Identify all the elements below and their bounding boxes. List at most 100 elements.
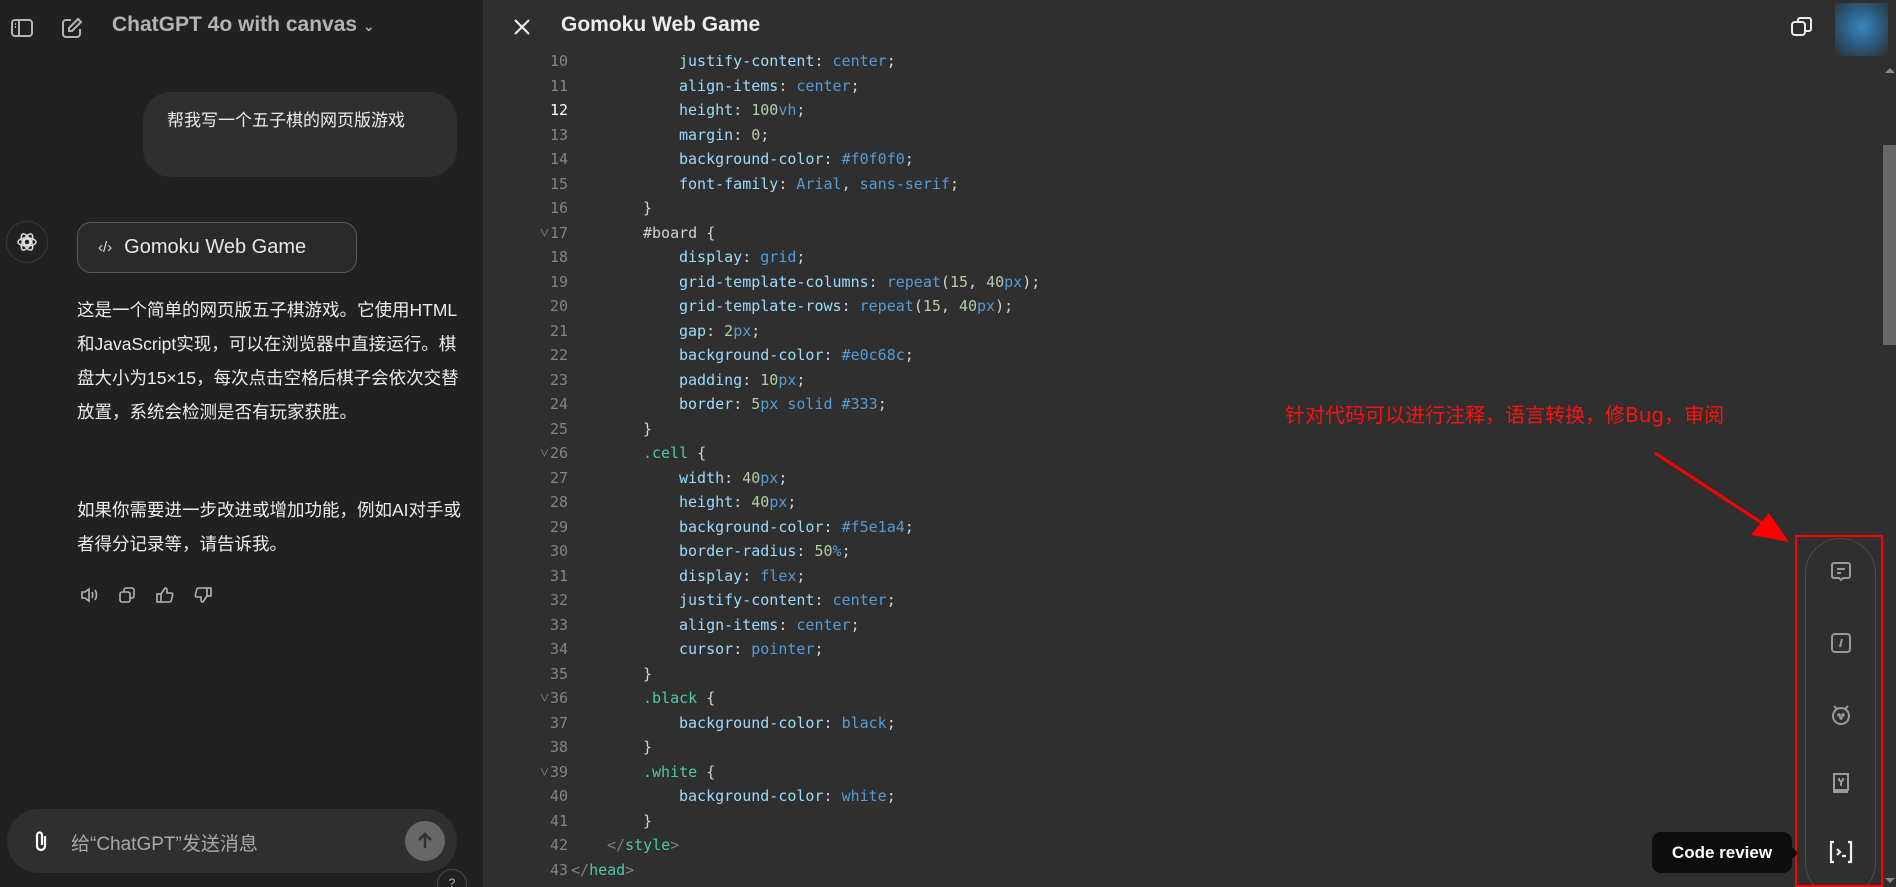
- attach-icon[interactable]: [29, 829, 53, 853]
- comment-icon[interactable]: [1828, 559, 1854, 585]
- code-line[interactable]: 36 ˅ .black {: [483, 686, 1783, 711]
- code-line[interactable]: 29 background-color: #f5e1a4;: [483, 515, 1783, 540]
- fold-chevron-icon[interactable]: ˅: [540, 441, 549, 466]
- code-line[interactable]: 31 display: flex;: [483, 564, 1783, 589]
- arrow-up-icon: [418, 832, 432, 848]
- code-line[interactable]: 13 margin: 0;: [483, 123, 1783, 148]
- code-token: flex: [760, 566, 797, 585]
- code-line[interactable]: 20 grid-template-rows: repeat(15, 40px);: [483, 294, 1783, 319]
- code-token: 50: [814, 542, 833, 560]
- code-token: :: [733, 101, 752, 119]
- code-token: ;: [760, 125, 770, 144]
- code-line[interactable]: 21 gap: 2px;: [483, 319, 1783, 344]
- close-icon[interactable]: [509, 14, 535, 40]
- code-line[interactable]: 27 width: 40px;: [483, 466, 1783, 491]
- code-token: ;: [850, 615, 860, 634]
- code-line[interactable]: 41}: [483, 809, 1783, 834]
- code-line[interactable]: 11 align-items: center;: [483, 74, 1783, 99]
- code-token: ;: [841, 542, 851, 560]
- code-line[interactable]: 23 padding: 10px;: [483, 368, 1783, 393]
- line-number: 12: [549, 101, 568, 119]
- thumbs-down-icon[interactable]: [192, 584, 214, 606]
- code-line[interactable]: 33 align-items: center;: [483, 613, 1783, 638]
- code-line[interactable]: 38}: [483, 735, 1783, 760]
- code-line[interactable]: 22 background-color: #e0c68c;: [483, 343, 1783, 368]
- code-text: }: [643, 735, 652, 760]
- code-line[interactable]: 32 justify-content: center;: [483, 588, 1783, 613]
- scroll-up-icon[interactable]: [1885, 68, 1895, 73]
- line-number: 43: [549, 860, 568, 879]
- copy-icon[interactable]: [116, 584, 138, 606]
- line-number: 10: [549, 55, 568, 70]
- code-line[interactable]: 34 cursor: pointer;: [483, 637, 1783, 662]
- code-line[interactable]: 28 height: 40px;: [483, 490, 1783, 515]
- message-composer[interactable]: 给“ChatGPT”发送消息: [7, 809, 457, 873]
- code-line[interactable]: 35}: [483, 662, 1783, 687]
- code-line[interactable]: 12 height: 100vh;: [483, 98, 1783, 123]
- sidebar-toggle-icon[interactable]: [8, 14, 36, 42]
- code-text: background-color: black;: [679, 711, 896, 736]
- line-number: 30: [549, 542, 568, 560]
- code-token: 40: [958, 297, 978, 315]
- code-icon: ‹/›: [98, 239, 113, 256]
- code-token: px: [733, 321, 752, 340]
- code-line[interactable]: 42 </style>: [483, 833, 1783, 858]
- code-line[interactable]: 43 </head>: [483, 858, 1783, 883]
- user-avatar[interactable]: [1835, 3, 1888, 56]
- annotation-arrow-icon: [1654, 451, 1789, 542]
- scroll-down-icon[interactable]: [1885, 878, 1895, 883]
- code-line[interactable]: 39 ˅ .white {: [483, 760, 1783, 785]
- code-token: 40: [986, 272, 1005, 291]
- code-text: align-items: center;: [679, 613, 860, 638]
- line-number: 22: [549, 346, 568, 364]
- code-token: cursor: [679, 640, 734, 658]
- code-line[interactable]: 14 background-color: #f0f0f0;: [483, 147, 1783, 172]
- scrollbar-thumb[interactable]: [1883, 145, 1896, 345]
- fold-chevron-icon[interactable]: ˅: [540, 760, 549, 785]
- code-token: border: [679, 395, 734, 413]
- model-selector[interactable]: ChatGPT 4o with canvas ⌄: [112, 13, 375, 37]
- code-line[interactable]: 26 ˅ .cell {: [483, 441, 1783, 466]
- bug-icon[interactable]: [1828, 701, 1854, 727]
- logs-icon[interactable]: [1828, 770, 1854, 796]
- code-token: ;: [949, 174, 959, 193]
- code-token: center: [796, 76, 851, 95]
- code-token: head: [589, 860, 626, 879]
- code-line[interactable]: 37 background-color: black;: [483, 711, 1783, 736]
- fold-chevron-icon[interactable]: ˅: [540, 221, 549, 246]
- code-line[interactable]: 40 background-color: white;: [483, 784, 1783, 809]
- code-token: gap: [679, 321, 707, 340]
- fold-chevron-icon[interactable]: ˅: [540, 686, 549, 711]
- line-number: 17: [549, 223, 568, 242]
- code-token: :: [733, 395, 752, 413]
- line-number: 29: [549, 517, 568, 536]
- scrollbar[interactable]: [1883, 55, 1896, 887]
- code-text: background-color: #e0c68c;: [679, 343, 914, 368]
- code-token: width: [679, 468, 725, 487]
- code-line[interactable]: 16}: [483, 196, 1783, 221]
- code-token: );: [995, 297, 1014, 315]
- code-token: black: [841, 713, 887, 732]
- thumbs-up-icon[interactable]: [154, 584, 176, 606]
- code-line[interactable]: 19 grid-template-columns: repeat(15, 40px…: [483, 270, 1783, 295]
- line-number: 26: [549, 444, 568, 462]
- language-icon[interactable]: [1828, 630, 1854, 656]
- code-token: background-color: [679, 346, 824, 364]
- code-token: :: [742, 248, 761, 266]
- open-canvas-button[interactable]: ‹/› Gomoku Web Game: [77, 222, 357, 273]
- code-token: {: [688, 444, 707, 462]
- send-button[interactable]: [405, 821, 445, 861]
- help-button[interactable]: ?: [437, 869, 467, 887]
- message-input[interactable]: 给“ChatGPT”发送消息: [71, 829, 258, 856]
- code-review-icon[interactable]: [1828, 839, 1854, 865]
- read-aloud-icon[interactable]: [78, 584, 100, 606]
- code-line[interactable]: 17 ˅ #board {: [483, 221, 1783, 246]
- new-chat-icon[interactable]: [58, 14, 86, 42]
- copy-code-icon[interactable]: [1788, 13, 1816, 41]
- code-line[interactable]: 18 display: grid;: [483, 245, 1783, 270]
- code-token: #e0c68c: [841, 346, 905, 364]
- code-line[interactable]: 30 border-radius: 50%;: [483, 539, 1783, 564]
- code-line[interactable]: 15 font-family: Arial, sans-serif;: [483, 172, 1783, 197]
- code-line[interactable]: 10 justify-content: center;: [483, 55, 1783, 74]
- code-token: (: [940, 272, 950, 291]
